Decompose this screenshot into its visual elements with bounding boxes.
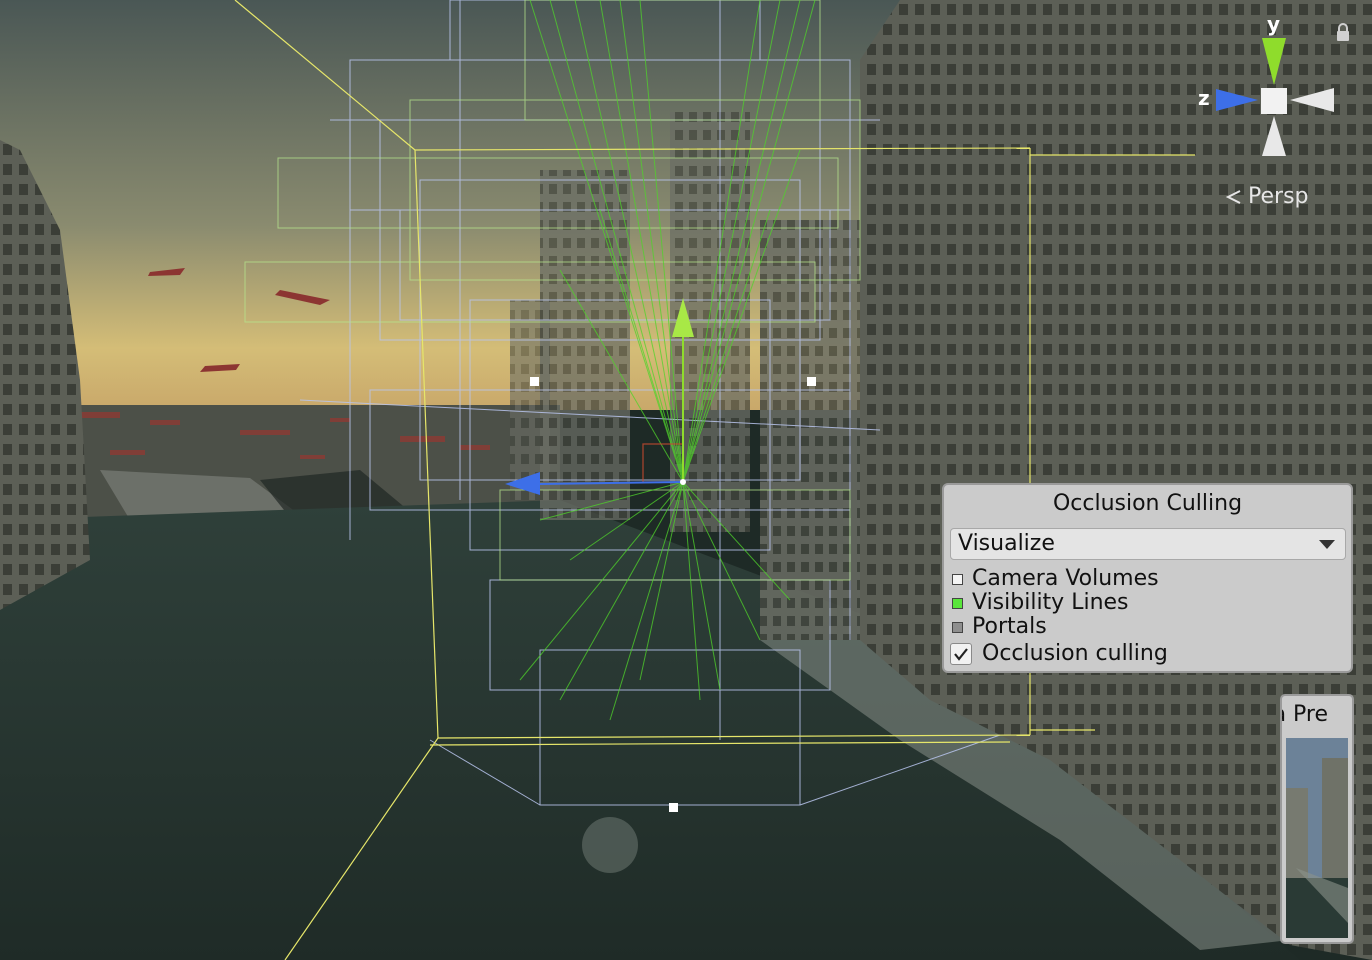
chevron-left-icon [1225, 189, 1241, 204]
gizmo-z-label: z [1198, 86, 1210, 110]
legend-swatch [952, 573, 963, 585]
gizmo-center-cube[interactable] [1261, 88, 1287, 114]
center-tower-1 [540, 170, 630, 520]
occlusion-culling-panel: Occlusion Culling Visualize Camera Volum… [942, 483, 1353, 673]
occlusion-culling-checkbox[interactable] [950, 643, 972, 665]
panel-title: Occlusion Culling [1052, 491, 1243, 516]
volume-handle[interactable] [807, 377, 816, 386]
legend-swatch [952, 621, 963, 633]
mode-dropdown-value: Visualize [958, 531, 1055, 556]
projection-toggle[interactable]: Persp [1224, 184, 1309, 209]
legend-label: Portals [972, 614, 1047, 639]
legend-label: Camera Volumes [972, 566, 1159, 591]
lock-icon[interactable] [1334, 22, 1352, 42]
legend-camera-volumes: Camera Volumes [952, 567, 1159, 591]
legend-label: Visibility Lines [972, 590, 1129, 615]
checkmark-icon [954, 648, 968, 661]
camera-preview-panel[interactable]: era Pre [1280, 694, 1354, 944]
volume-handle[interactable] [669, 803, 678, 812]
mid-building [760, 220, 860, 640]
volume-handle[interactable] [530, 377, 539, 386]
legend-portals: Portals [952, 615, 1047, 639]
scene-view[interactable] [0, 0, 1372, 960]
gizmo-y-label: y [1267, 12, 1281, 36]
projection-label: Persp [1248, 184, 1309, 209]
camera-preview-title: era Pre [1282, 702, 1329, 727]
center-tower-3 [510, 300, 550, 500]
legend-swatch [952, 597, 963, 609]
occlusion-culling-toggle[interactable]: Occlusion culling [950, 641, 1168, 667]
legend-visibility-lines: Visibility Lines [952, 591, 1129, 615]
camera-preview-image [1286, 738, 1348, 938]
chevron-down-icon [1319, 540, 1335, 549]
wake [582, 817, 638, 873]
checkbox-label: Occlusion culling [982, 641, 1168, 666]
mode-dropdown[interactable]: Visualize [950, 528, 1346, 560]
